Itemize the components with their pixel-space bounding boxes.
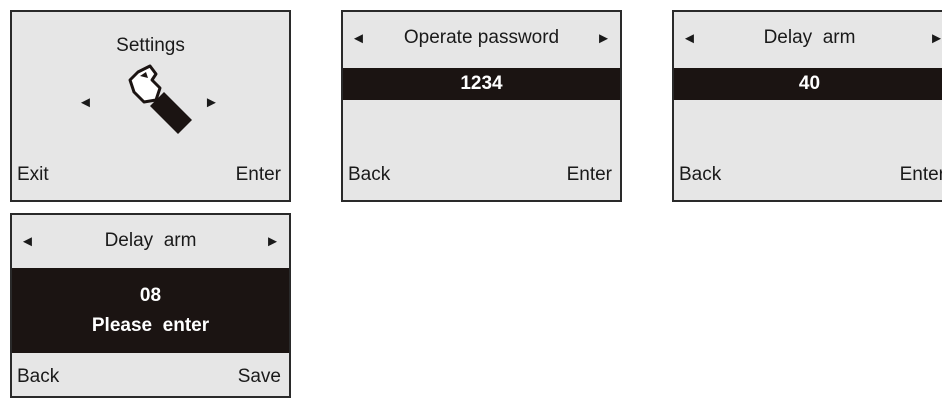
operate-password-screen: ◄ Operate password ► 1234 Back Enter [341, 10, 622, 202]
password-value: 1234 [460, 73, 503, 94]
screen-title-row: Settings [12, 34, 289, 58]
screen-title-row: ◄ Delay arm ► [674, 26, 942, 50]
delay-arm-edit-screen: ◄ Delay arm ► 08 Please enter Back Save [10, 213, 291, 398]
screen-title: Settings [116, 35, 185, 56]
arrow-left-icon[interactable]: ◄ [682, 26, 697, 50]
back-softkey[interactable]: Back [679, 164, 721, 186]
enter-softkey[interactable]: Enter [236, 164, 281, 186]
save-softkey[interactable]: Save [238, 366, 281, 388]
value-highlight-bar[interactable]: 1234 [343, 68, 620, 100]
arrow-left-icon[interactable]: ◄ [78, 94, 93, 111]
screen-title-row: ◄ Operate password ► [343, 26, 620, 50]
settings-menu-screen: Settings ◄ ► Exit Enter [10, 10, 291, 202]
arrow-right-icon[interactable]: ► [265, 229, 280, 253]
value-entry-bar[interactable]: 08 Please enter [12, 268, 289, 353]
arrow-right-icon[interactable]: ► [204, 94, 219, 111]
arrow-left-icon[interactable]: ◄ [351, 26, 366, 50]
enter-softkey[interactable]: Enter [567, 164, 612, 186]
screen-title-row: ◄ Delay arm ► [12, 229, 289, 253]
value-highlight-bar[interactable]: 40 [674, 68, 942, 100]
back-softkey[interactable]: Back [17, 366, 59, 388]
delay-arm-screen: ◄ Delay arm ► 40 Back Enter [672, 10, 942, 202]
delay-value: 40 [798, 73, 821, 94]
back-softkey[interactable]: Back [348, 164, 390, 186]
screen-title: Delay arm [763, 27, 856, 48]
delay-value-input[interactable]: 08 [140, 281, 161, 311]
wrench-hand-icon [128, 64, 192, 134]
enter-prompt: Please enter [91, 314, 210, 336]
screen-title: Delay arm [104, 230, 197, 251]
arrow-left-icon[interactable]: ◄ [20, 229, 35, 253]
arrow-right-icon[interactable]: ► [596, 26, 611, 50]
enter-softkey[interactable]: Enter [900, 164, 942, 186]
arrow-right-icon[interactable]: ► [929, 26, 942, 50]
screen-title: Operate password [403, 27, 560, 48]
exit-softkey[interactable]: Exit [17, 164, 49, 186]
